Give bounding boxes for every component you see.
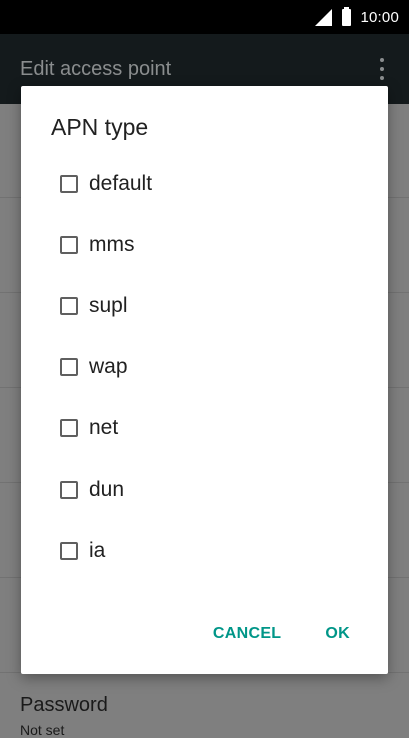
- dialog-actions: CANCEL OK: [201, 618, 388, 650]
- option-dun[interactable]: dun: [60, 470, 124, 510]
- checkbox-icon[interactable]: [60, 419, 78, 437]
- option-default[interactable]: default: [60, 164, 152, 204]
- checkbox-icon[interactable]: [60, 481, 78, 499]
- option-label: wap: [89, 355, 128, 378]
- checkbox-icon[interactable]: [60, 236, 78, 254]
- ok-button[interactable]: OK: [313, 619, 362, 649]
- page-title: Edit access point: [20, 57, 172, 80]
- password-row-label[interactable]: Password: [20, 694, 108, 717]
- option-wap[interactable]: wap: [60, 347, 128, 387]
- status-time: 10:00: [360, 8, 399, 26]
- signal-icon: [315, 8, 333, 26]
- more-vert-icon[interactable]: [379, 58, 385, 80]
- checkbox-icon[interactable]: [60, 542, 78, 560]
- apn-type-dialog: APN type default mms supl wap net dun ia…: [21, 86, 388, 674]
- option-label: net: [89, 416, 119, 439]
- cancel-button[interactable]: CANCEL: [201, 619, 293, 649]
- checkbox-icon[interactable]: [60, 358, 78, 376]
- option-label: supl: [89, 294, 128, 317]
- option-label: mms: [89, 233, 135, 256]
- option-label: dun: [89, 478, 125, 501]
- option-net[interactable]: net: [60, 408, 118, 448]
- option-label: ia: [89, 539, 106, 562]
- option-label: default: [89, 172, 153, 195]
- status-bar: 10:00: [0, 0, 409, 34]
- option-supl[interactable]: supl: [60, 286, 128, 326]
- dialog-title: APN type: [51, 114, 149, 140]
- checkbox-icon[interactable]: [60, 297, 78, 315]
- battery-icon: [342, 6, 352, 26]
- option-ia[interactable]: ia: [60, 531, 105, 571]
- password-row-value: Not set: [20, 722, 65, 738]
- option-mms[interactable]: mms: [60, 225, 135, 265]
- checkbox-icon[interactable]: [60, 175, 78, 193]
